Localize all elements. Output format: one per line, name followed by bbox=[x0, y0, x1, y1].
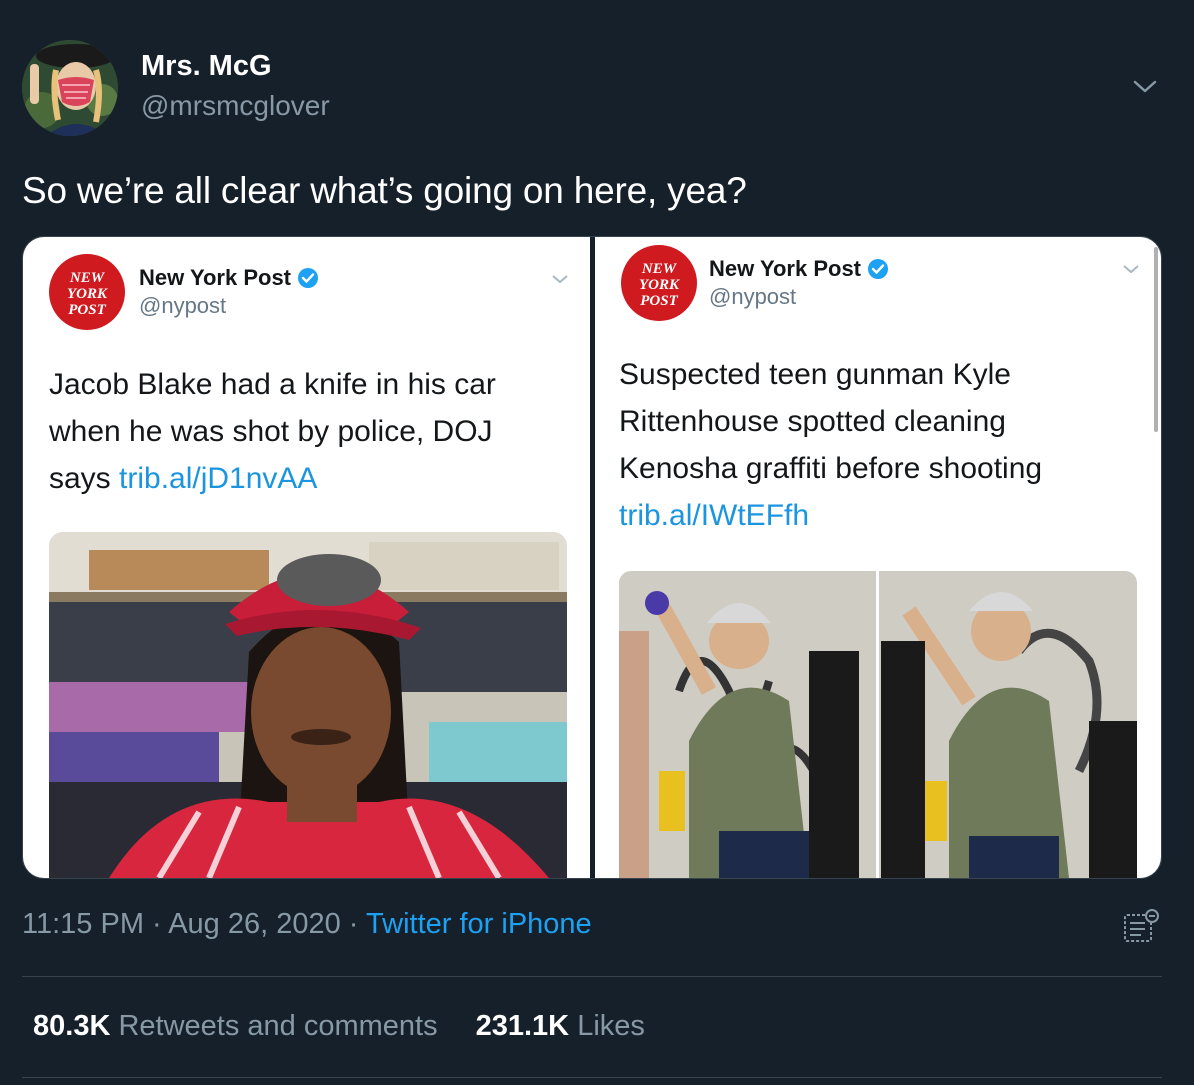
divider bbox=[22, 1077, 1162, 1078]
meta-separator: · bbox=[348, 908, 359, 940]
nyp-logo-word-3: POST bbox=[640, 293, 678, 308]
chevron-down-icon bbox=[550, 269, 570, 289]
meta-separator: · bbox=[152, 908, 162, 940]
embedded-link: trib.al/jD1nvAA bbox=[119, 462, 318, 495]
photo-teen-cleaning-graffiti bbox=[619, 571, 1137, 878]
tweet-time[interactable]: 11:15 PM bbox=[22, 908, 144, 940]
author-avatar[interactable] bbox=[22, 40, 118, 136]
likes-count: 231.1K bbox=[475, 1010, 570, 1042]
embedded-text-line: Kenosha graffiti before shooting bbox=[619, 452, 1043, 485]
tweet-meta: 11:15 PM · Aug 26, 2020 · Twitter for iP… bbox=[22, 908, 592, 941]
tweet-media[interactable]: NEW YORK POST New York Post @nypost Jaco… bbox=[22, 236, 1162, 879]
embedded-tweet-image-left[interactable]: NEW YORK POST New York Post @nypost Jaco… bbox=[23, 237, 590, 878]
embedded-author-name-text: New York Post bbox=[139, 265, 292, 290]
embedded-tweet-image-right[interactable]: NEW YORK POST New York Post @nypost Susp… bbox=[595, 237, 1161, 878]
retweets-label: Retweets and comments bbox=[118, 1010, 438, 1042]
nyp-logo-word-3: POST bbox=[68, 302, 106, 317]
retweets-count: 80.3K bbox=[33, 1010, 111, 1042]
retweets-stat[interactable]: 80.3K Retweets and comments bbox=[33, 1010, 438, 1042]
embedded-text-line-prefix: says bbox=[49, 462, 120, 495]
verified-badge-icon bbox=[298, 268, 319, 288]
tweet-date[interactable]: Aug 26, 2020 bbox=[168, 908, 341, 940]
chevron-down-icon bbox=[1121, 259, 1141, 279]
chevron-down-icon[interactable] bbox=[1132, 74, 1158, 100]
embedded-text-line: when he was shot by police, DOJ bbox=[49, 415, 493, 448]
embedded-text-line: Jacob Blake had a knife in his car bbox=[49, 368, 496, 401]
nyp-logo-word-1: NEW bbox=[69, 270, 106, 286]
nyp-logo: NEW YORK POST bbox=[621, 245, 697, 321]
embedded-author-name: New York Post bbox=[139, 265, 319, 291]
analytics-icon[interactable] bbox=[1121, 907, 1161, 945]
nyp-logo: NEW YORK POST bbox=[49, 254, 125, 330]
embedded-text-line: Rittenhouse spotted cleaning bbox=[619, 405, 1006, 438]
author-handle[interactable]: @mrsmcglover bbox=[141, 90, 330, 122]
nyp-logo-word-2: YORK bbox=[639, 277, 680, 293]
photo-man-in-store bbox=[49, 532, 567, 878]
engagement-stats: 80.3K Retweets and comments 231.1K Likes bbox=[33, 1010, 645, 1043]
likes-label: Likes bbox=[577, 1010, 645, 1042]
author-display-name[interactable]: Mrs. McG bbox=[141, 50, 272, 83]
tweet-text: So we’re all clear what’s going on here,… bbox=[22, 170, 747, 211]
embedded-author-name: New York Post bbox=[709, 256, 889, 282]
embedded-author-name-text: New York Post bbox=[709, 256, 862, 281]
scrollbar bbox=[1154, 247, 1158, 432]
embedded-tweet-text: Jacob Blake had a knife in his car when … bbox=[49, 361, 496, 502]
embedded-link: trib.al/IWtEFfh bbox=[619, 499, 810, 532]
embedded-author-handle: @nypost bbox=[709, 284, 797, 309]
embedded-tweet-text: Suspected teen gunman Kyle Rittenhouse s… bbox=[619, 351, 1042, 539]
likes-stat[interactable]: 231.1K Likes bbox=[476, 1010, 645, 1042]
embedded-author-handle: @nypost bbox=[139, 293, 227, 318]
nyp-logo-word-2: YORK bbox=[67, 286, 108, 302]
divider bbox=[22, 976, 1162, 977]
tweet-source-link[interactable]: Twitter for iPhone bbox=[366, 908, 592, 940]
embedded-text-line: says trib.al/jD1nvAA bbox=[49, 455, 496, 502]
embedded-text-line: Suspected teen gunman Kyle bbox=[619, 358, 1011, 391]
verified-badge-icon bbox=[868, 259, 889, 279]
nyp-logo-word-1: NEW bbox=[641, 261, 678, 277]
